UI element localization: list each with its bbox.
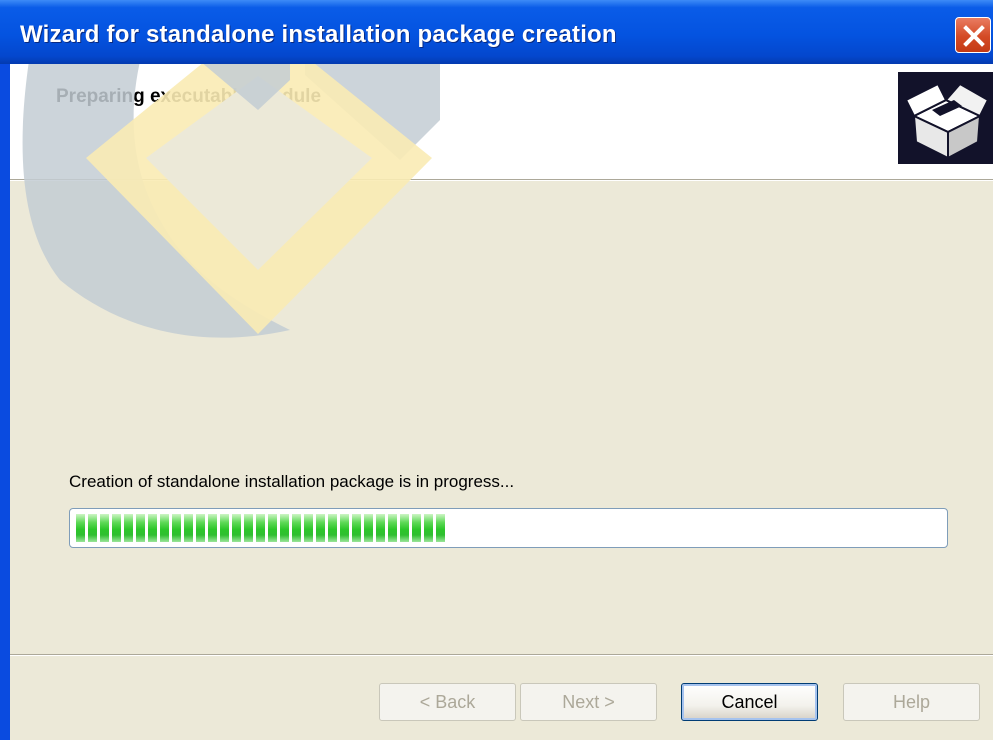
progress-segment xyxy=(148,514,157,542)
progress-track xyxy=(76,514,941,542)
next-button[interactable]: Next > xyxy=(520,683,657,721)
help-button[interactable]: Help xyxy=(843,683,980,721)
wizard-window: Wizard for standalone installation packa… xyxy=(0,0,993,740)
progress-segment xyxy=(232,514,241,542)
cancel-button[interactable]: Cancel xyxy=(681,683,818,721)
close-button[interactable] xyxy=(955,17,991,53)
progress-segment xyxy=(160,514,169,542)
progress-segment xyxy=(244,514,253,542)
progress-segment xyxy=(88,514,97,542)
progress-segment xyxy=(364,514,373,542)
progress-segment xyxy=(124,514,133,542)
progress-bar xyxy=(69,508,948,548)
progress-segment xyxy=(76,514,85,542)
progress-segment xyxy=(196,514,205,542)
progress-segment xyxy=(172,514,181,542)
close-icon xyxy=(963,25,985,47)
progress-segment xyxy=(328,514,337,542)
progress-segment xyxy=(292,514,301,542)
progress-segment xyxy=(436,514,445,542)
progress-segment xyxy=(268,514,277,542)
progress-segment xyxy=(100,514,109,542)
progress-segment xyxy=(136,514,145,542)
progress-segment xyxy=(208,514,217,542)
footer-separator xyxy=(10,654,993,656)
progress-segment xyxy=(388,514,397,542)
progress-segment xyxy=(112,514,121,542)
progress-segment xyxy=(280,514,289,542)
progress-segment xyxy=(304,514,313,542)
progress-segment xyxy=(400,514,409,542)
progress-segment xyxy=(376,514,385,542)
progress-segment xyxy=(412,514,421,542)
back-button[interactable]: < Back xyxy=(379,683,516,721)
progress-segment xyxy=(256,514,265,542)
progress-segment xyxy=(340,514,349,542)
progress-segment xyxy=(220,514,229,542)
progress-fill xyxy=(76,514,448,542)
title-bar[interactable]: Wizard for standalone installation packa… xyxy=(0,0,993,64)
wizard-header: Preparing executable module xyxy=(10,64,993,179)
progress-segment xyxy=(316,514,325,542)
progress-segment xyxy=(424,514,433,542)
page-title: Preparing executable module xyxy=(56,86,322,107)
open-box-icon xyxy=(898,72,993,164)
progress-label: Creation of standalone installation pack… xyxy=(69,472,515,491)
progress-segment xyxy=(184,514,193,542)
window-title: Wizard for standalone installation packa… xyxy=(20,21,617,48)
progress-segment xyxy=(352,514,361,542)
header-separator xyxy=(10,179,993,181)
window-left-border xyxy=(0,0,10,740)
